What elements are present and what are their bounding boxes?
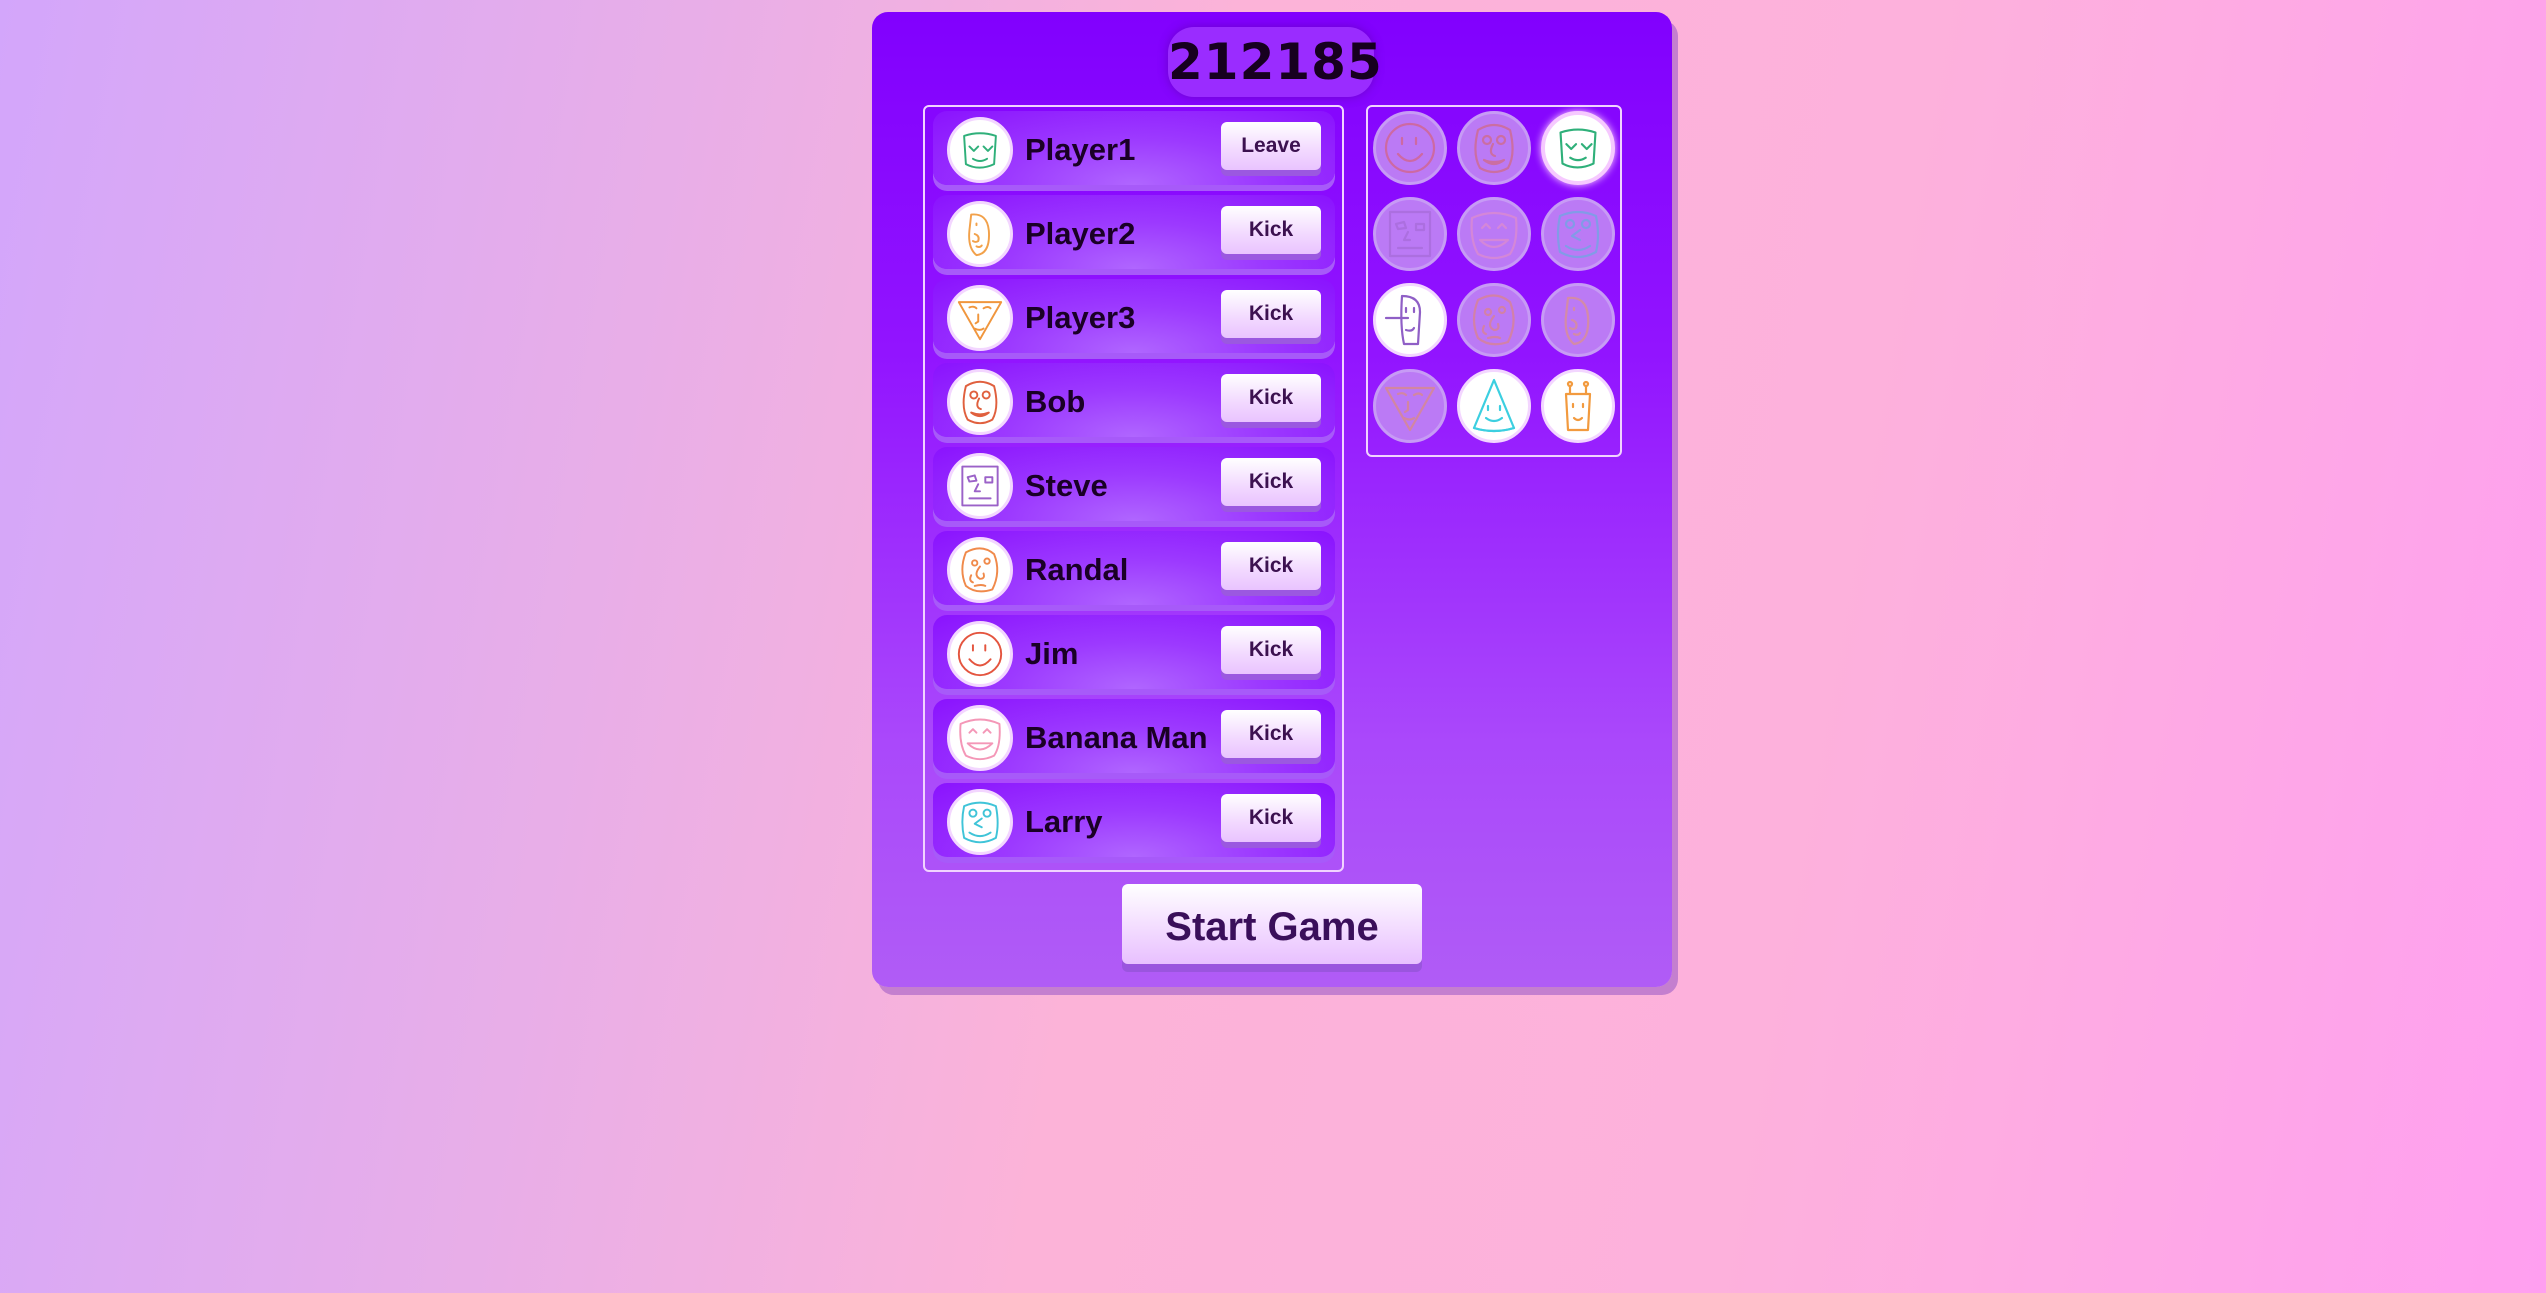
player-name: Larry <box>1025 804 1103 839</box>
player-row: Jim Kick <box>933 615 1335 689</box>
kick-button[interactable]: Kick <box>1221 206 1321 254</box>
player-list: Player1 Leave Player2 Kick Player3 Kick Bob Kic… <box>923 105 1344 872</box>
leave-button[interactable]: Leave <box>1221 122 1321 170</box>
face-blob-cyan-icon[interactable] <box>1541 197 1615 271</box>
player-name: Player3 <box>1025 300 1136 335</box>
player-name: Steve <box>1025 468 1108 503</box>
player-row: Player2 Kick <box>933 195 1335 269</box>
face-lumpy-orange-icon[interactable] <box>1457 283 1531 357</box>
player-row: Player3 Kick <box>933 279 1335 353</box>
face-wide-pink-icon[interactable] <box>1457 197 1531 271</box>
kick-button[interactable]: Kick <box>1221 290 1321 338</box>
face-cone-cyan-icon[interactable] <box>1457 369 1531 443</box>
player-row: Banana Man Kick <box>933 699 1335 773</box>
face-green-smile-icon <box>947 117 1013 183</box>
face-circle-red-icon[interactable] <box>1373 111 1447 185</box>
face-round-red-icon[interactable] <box>1457 111 1531 185</box>
player-name: Player1 <box>1025 132 1136 167</box>
avatar-picker <box>1366 105 1622 457</box>
face-wide-pink-icon <box>947 705 1013 771</box>
kick-button[interactable]: Kick <box>1221 458 1321 506</box>
face-giraffe-orange-icon[interactable] <box>1541 369 1615 443</box>
player-row: Steve Kick <box>933 447 1335 521</box>
face-round-red-icon <box>947 369 1013 435</box>
player-row: Randal Kick <box>933 531 1335 605</box>
face-square-purple-icon <box>947 453 1013 519</box>
room-code: 212185 <box>1168 27 1382 97</box>
player-row: Larry Kick <box>933 783 1335 857</box>
face-triangle-orange-icon <box>947 285 1013 351</box>
face-long-orange-icon <box>947 201 1013 267</box>
start-game-button[interactable]: Start Game <box>1122 884 1422 964</box>
player-name: Jim <box>1025 636 1079 671</box>
kick-button[interactable]: Kick <box>1221 794 1321 842</box>
face-lumpy-orange-icon <box>947 537 1013 603</box>
player-row: Player1 Leave <box>933 111 1335 185</box>
face-blob-cyan-icon <box>947 789 1013 855</box>
face-triangle-orange-icon[interactable] <box>1373 369 1447 443</box>
kick-button[interactable]: Kick <box>1221 374 1321 422</box>
kick-button[interactable]: Kick <box>1221 626 1321 674</box>
face-square-purple-icon[interactable] <box>1373 197 1447 271</box>
kick-button[interactable]: Kick <box>1221 542 1321 590</box>
face-long-orange-icon[interactable] <box>1541 283 1615 357</box>
player-name: Banana Man <box>1025 720 1208 755</box>
player-row: Bob Kick <box>933 363 1335 437</box>
face-circle-red-icon <box>947 621 1013 687</box>
player-name: Bob <box>1025 384 1086 419</box>
player-name: Randal <box>1025 552 1129 587</box>
kick-button[interactable]: Kick <box>1221 710 1321 758</box>
face-long-purple-icon[interactable] <box>1373 283 1447 357</box>
face-green-smile-icon[interactable] <box>1541 111 1615 185</box>
player-name: Player2 <box>1025 216 1136 251</box>
